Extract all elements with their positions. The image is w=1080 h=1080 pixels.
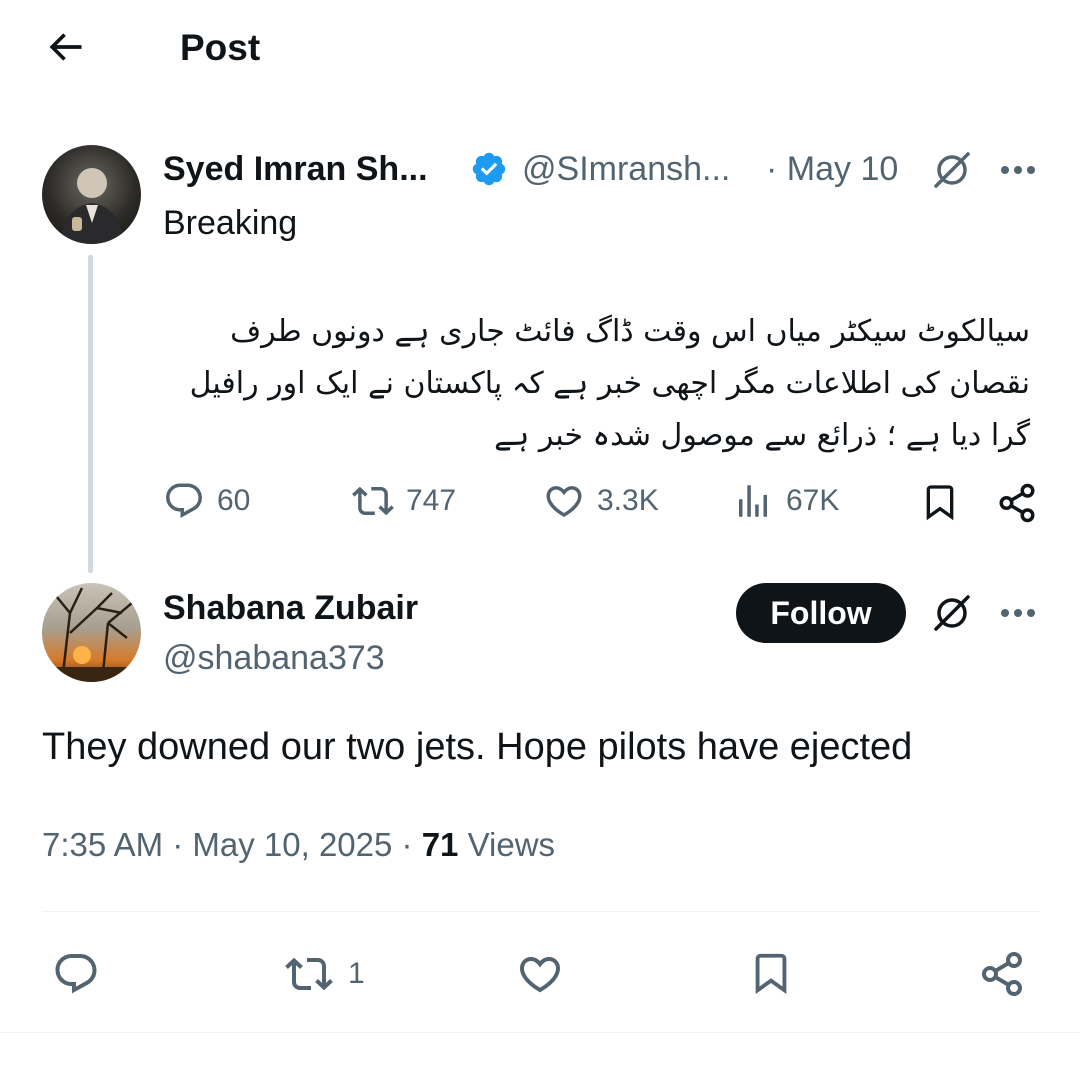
- views-button[interactable]: 67K: [732, 480, 839, 522]
- reply-count: 60: [217, 484, 251, 517]
- share-icon: [996, 482, 1038, 524]
- like-button[interactable]: 3.3K: [543, 480, 659, 522]
- divider: [42, 911, 1040, 912]
- reply-bubble-icon: [52, 950, 100, 998]
- follow-button[interactable]: Follow: [736, 583, 906, 643]
- bookmark-button[interactable]: [748, 950, 794, 996]
- repost-count: 1: [348, 957, 365, 990]
- reply-post-text: They downed our two jets. Hope pilots ha…: [42, 726, 913, 768]
- avatar-image: [60, 168, 124, 244]
- avatar[interactable]: [42, 583, 141, 682]
- post-date[interactable]: · May 10: [766, 149, 898, 189]
- post-screen: Post Syed Imran Sh... @SImransh... · May…: [0, 0, 1080, 1080]
- reply-button[interactable]: [52, 950, 100, 998]
- author-handle[interactable]: @shabana373: [163, 638, 385, 678]
- avatar[interactable]: [42, 145, 141, 244]
- views-bars-icon: [732, 480, 774, 522]
- reply-bubble-icon: [163, 480, 205, 522]
- bookmark-icon: [920, 482, 960, 522]
- share-button[interactable]: [978, 950, 1026, 998]
- reply-button[interactable]: 60: [163, 480, 250, 522]
- post-timestamp[interactable]: 7:35 AM · May 10, 2025 ·: [42, 826, 422, 863]
- views-label: Views: [458, 826, 556, 863]
- heart-icon: [516, 950, 564, 998]
- post-text-heading: Breaking: [163, 204, 298, 242]
- repost-icon: [282, 950, 336, 998]
- author-name[interactable]: Shabana Zubair: [163, 588, 418, 628]
- heart-icon: [543, 480, 585, 522]
- share-icon: [978, 950, 1026, 998]
- views-number: 71: [421, 826, 459, 863]
- grok-icon[interactable]: [930, 148, 974, 192]
- arrow-left-icon: [43, 25, 87, 69]
- bookmark-button[interactable]: [920, 482, 960, 522]
- post-text-body: سیالکوٹ سیکٹر میاں اس وقت ڈاگ فائٹ جاری …: [160, 306, 1030, 462]
- like-button[interactable]: [516, 950, 564, 998]
- views-count: 67K: [786, 484, 840, 517]
- thread-line: [88, 255, 93, 573]
- post-metadata: 7:35 AM · May 10, 2025 · 71 Views: [42, 825, 555, 865]
- repost-icon: [352, 480, 394, 522]
- repost-count: 747: [406, 484, 457, 517]
- share-button[interactable]: [996, 482, 1038, 524]
- back-button[interactable]: [40, 22, 90, 72]
- author-handle[interactable]: @SImransh...: [522, 149, 730, 189]
- divider: [0, 1032, 1080, 1033]
- grok-icon[interactable]: [930, 591, 974, 635]
- avatar-image: [42, 587, 141, 682]
- more-dots-icon[interactable]: [996, 148, 1040, 192]
- author-name[interactable]: Syed Imran Sh...: [163, 149, 428, 189]
- verified-badge-icon: [470, 150, 508, 188]
- page-title: Post: [180, 27, 261, 68]
- more-dots-icon[interactable]: [996, 591, 1040, 635]
- repost-button[interactable]: 747: [352, 480, 456, 522]
- post-text-urdu: سیالکوٹ سیکٹر میاں اس وقت ڈاگ فائٹ جاری …: [189, 314, 1030, 453]
- like-count: 3.3K: [597, 484, 659, 517]
- repost-button[interactable]: 1: [282, 950, 365, 998]
- bookmark-icon: [748, 950, 794, 996]
